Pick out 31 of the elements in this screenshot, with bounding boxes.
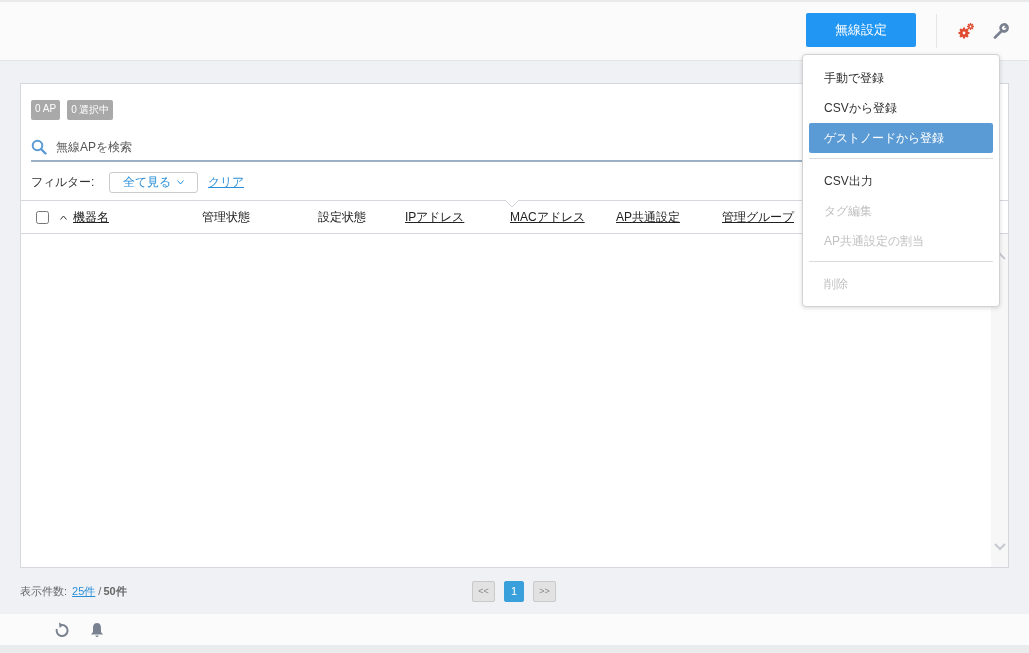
- filter-dropdown[interactable]: 全て見る: [109, 171, 198, 193]
- search-icon: [31, 139, 47, 155]
- wrench-icon[interactable]: [993, 23, 1009, 39]
- refresh-icon[interactable]: [54, 621, 70, 638]
- next-page-button[interactable]: >>: [533, 580, 556, 602]
- page-button[interactable]: 1: [504, 580, 524, 602]
- column-header[interactable]: AP共通設定: [616, 208, 680, 226]
- column-header: 管理状態: [202, 208, 250, 226]
- column-header[interactable]: IPアドレス: [405, 208, 465, 226]
- menu-item[interactable]: ゲストノードから登録: [809, 123, 993, 153]
- previous-page-button[interactable]: <<: [472, 580, 495, 602]
- menu-item[interactable]: CSVから登録: [809, 93, 993, 123]
- count-badge: 0 選択中: [67, 100, 114, 120]
- column-header: 設定状態: [318, 208, 366, 226]
- bell-icon[interactable]: [90, 621, 104, 638]
- column-header[interactable]: MACアドレス: [510, 208, 585, 226]
- filter-label: フィルター:: [31, 173, 96, 191]
- total-count: / 50件: [98, 583, 127, 599]
- column-header[interactable]: 管理グループ: [722, 208, 794, 226]
- column-header[interactable]: 機器名: [73, 208, 109, 226]
- menu-item[interactable]: 手動で登録: [809, 63, 993, 93]
- gears-icon[interactable]: [957, 22, 975, 40]
- select-all-checkbox[interactable]: [36, 210, 49, 224]
- wireless-settings-button[interactable]: 無線設定: [806, 13, 916, 47]
- clear-link[interactable]: クリア: [208, 173, 244, 191]
- sort-up-icon[interactable]: [60, 214, 67, 220]
- page-size-link[interactable]: 25件: [72, 583, 96, 599]
- chevron-down-icon: [177, 179, 184, 185]
- count-badge: 0 AP: [31, 100, 61, 120]
- page-size-label: 表示件数:: [20, 583, 68, 599]
- menu-item[interactable]: CSV出力: [809, 166, 993, 196]
